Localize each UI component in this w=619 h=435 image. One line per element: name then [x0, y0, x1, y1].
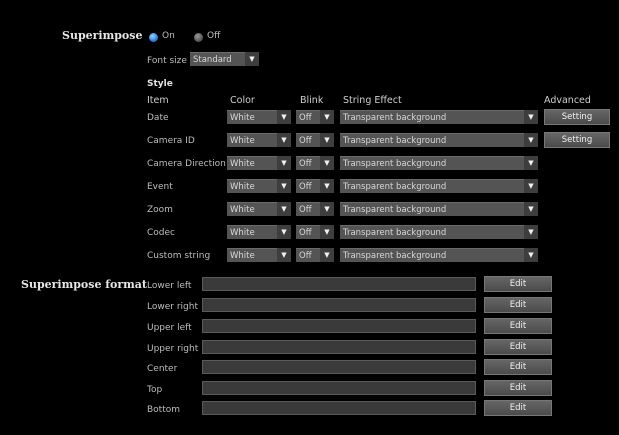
string-effect-select[interactable]: Transparent background	[340, 179, 524, 193]
chevron-down-icon[interactable]: ▼	[277, 225, 291, 239]
blink-select[interactable]: Off	[296, 110, 320, 124]
color-select[interactable]: White	[227, 202, 277, 216]
column-header-string-effect: String Effect	[343, 95, 402, 106]
upper-left-text-field[interactable]	[202, 319, 476, 333]
blink-select[interactable]: Off	[296, 225, 320, 239]
color-select[interactable]: White	[227, 225, 277, 239]
chevron-down-icon[interactable]: ▼	[320, 248, 334, 262]
upper-left-edit-button[interactable]: Edit	[484, 318, 552, 334]
upper-right-text-field[interactable]	[202, 340, 476, 354]
column-header-advanced: Advanced	[544, 95, 591, 106]
blink-select[interactable]: Off	[296, 179, 320, 193]
chevron-down-icon[interactable]: ▼	[320, 225, 334, 239]
chevron-down-icon[interactable]: ▼	[524, 156, 538, 170]
color-select[interactable]: White	[227, 110, 277, 124]
blink-select[interactable]: Off	[296, 248, 320, 262]
format-row-label: Upper right	[147, 344, 199, 354]
string-effect-select[interactable]: Transparent background	[340, 202, 524, 216]
bottom-text-field[interactable]	[202, 401, 476, 415]
chevron-down-icon[interactable]: ▼	[524, 133, 538, 147]
blink-select[interactable]: Off	[296, 202, 320, 216]
chevron-down-icon[interactable]: ▼	[277, 179, 291, 193]
lower-left-text-field[interactable]	[202, 277, 476, 291]
color-select[interactable]: White	[227, 156, 277, 170]
format-row-label: Center	[147, 364, 178, 374]
column-header-blink: Blink	[300, 95, 324, 106]
top-text-field[interactable]	[202, 381, 476, 395]
font-size-label: Font size	[147, 56, 187, 66]
row-item-label: Event	[147, 182, 173, 192]
column-header-item: Item	[147, 95, 169, 106]
row-item-label: Camera ID	[147, 136, 195, 146]
superimpose-off-radio[interactable]	[194, 33, 203, 42]
superimpose-format-title: Superimpose format	[21, 278, 148, 291]
upper-right-edit-button[interactable]: Edit	[484, 339, 552, 355]
superimpose-settings-panel: Superimpose On Off Font size Standard ▼ …	[0, 0, 619, 435]
chevron-down-icon[interactable]: ▼	[277, 156, 291, 170]
color-select[interactable]: White	[227, 133, 277, 147]
bottom-edit-button[interactable]: Edit	[484, 400, 552, 416]
chevron-down-icon[interactable]: ▼	[320, 156, 334, 170]
blink-select[interactable]: Off	[296, 156, 320, 170]
string-effect-select[interactable]: Transparent background	[340, 110, 524, 124]
center-edit-button[interactable]: Edit	[484, 359, 552, 375]
row-item-label: Date	[147, 113, 169, 123]
superimpose-title: Superimpose	[62, 29, 143, 42]
format-row-label: Top	[147, 385, 163, 395]
row-item-label: Camera Direction	[147, 159, 226, 169]
chevron-down-icon[interactable]: ▼	[245, 52, 259, 66]
string-effect-select[interactable]: Transparent background	[340, 156, 524, 170]
chevron-down-icon[interactable]: ▼	[524, 248, 538, 262]
date-setting-button[interactable]: Setting	[544, 109, 610, 125]
color-select[interactable]: White	[227, 248, 277, 262]
superimpose-on-label: On	[162, 31, 175, 41]
superimpose-off-label: Off	[207, 31, 221, 41]
style-title: Style	[147, 79, 173, 89]
chevron-down-icon[interactable]: ▼	[277, 133, 291, 147]
superimpose-on-radio[interactable]	[149, 33, 158, 42]
format-row-label: Lower right	[147, 302, 198, 312]
lower-right-text-field[interactable]	[202, 298, 476, 312]
row-item-label: Codec	[147, 228, 175, 238]
chevron-down-icon[interactable]: ▼	[320, 133, 334, 147]
chevron-down-icon[interactable]: ▼	[320, 179, 334, 193]
chevron-down-icon[interactable]: ▼	[320, 110, 334, 124]
chevron-down-icon[interactable]: ▼	[277, 110, 291, 124]
chevron-down-icon[interactable]: ▼	[277, 248, 291, 262]
lower-right-edit-button[interactable]: Edit	[484, 297, 552, 313]
format-row-label: Lower left	[147, 281, 192, 291]
color-select[interactable]: White	[227, 179, 277, 193]
format-row-label: Upper left	[147, 323, 192, 333]
chevron-down-icon[interactable]: ▼	[524, 110, 538, 124]
string-effect-select[interactable]: Transparent background	[340, 248, 524, 262]
blink-select[interactable]: Off	[296, 133, 320, 147]
chevron-down-icon[interactable]: ▼	[524, 179, 538, 193]
lower-left-edit-button[interactable]: Edit	[484, 276, 552, 292]
format-row-label: Bottom	[147, 405, 181, 415]
column-header-color: Color	[230, 95, 255, 106]
center-text-field[interactable]	[202, 360, 476, 374]
camera-id-setting-button[interactable]: Setting	[544, 132, 610, 148]
string-effect-select[interactable]: Transparent background	[340, 133, 524, 147]
chevron-down-icon[interactable]: ▼	[320, 202, 334, 216]
string-effect-select[interactable]: Transparent background	[340, 225, 524, 239]
row-item-label: Zoom	[147, 205, 173, 215]
chevron-down-icon[interactable]: ▼	[524, 202, 538, 216]
chevron-down-icon[interactable]: ▼	[524, 225, 538, 239]
chevron-down-icon[interactable]: ▼	[277, 202, 291, 216]
top-edit-button[interactable]: Edit	[484, 380, 552, 396]
row-item-label: Custom string	[147, 251, 211, 261]
font-size-select[interactable]: Standard	[190, 52, 245, 66]
